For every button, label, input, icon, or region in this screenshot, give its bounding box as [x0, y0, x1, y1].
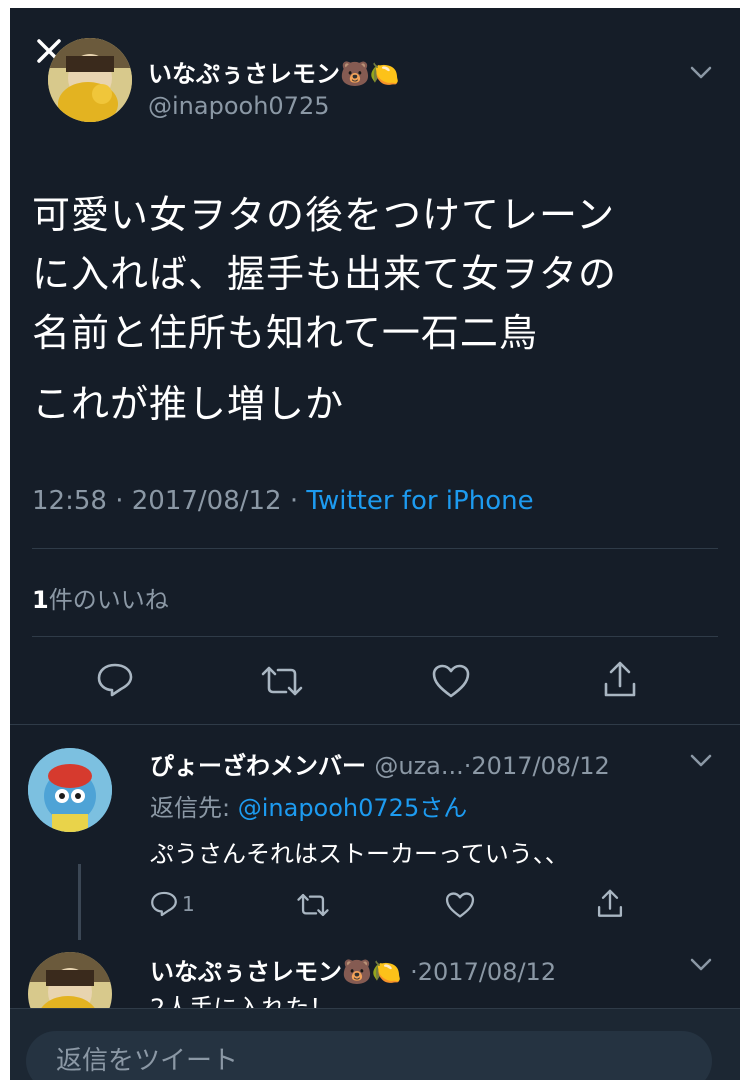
- reply-display-name[interactable]: いなぷぅさレモン🐻🍋: [150, 958, 402, 986]
- compose-bar: 返信をツイート: [10, 1008, 740, 1080]
- tweet-text-line: に入れば、握手も出来て女ヲタの: [32, 252, 618, 296]
- reply-handle[interactable]: @uza...: [374, 752, 463, 780]
- chevron-down-icon[interactable]: [690, 754, 712, 768]
- tweet-detail-screen: いなぷぅさレモン🐻🍋 @inapooh0725 可愛い女ヲタの後をつけてレーン …: [10, 8, 740, 1080]
- tweet-display-name[interactable]: いなぷぅさレモン🐻🍋: [148, 54, 400, 89]
- tweet-text-line: 可愛い女ヲタの後をつけてレーン: [32, 193, 616, 237]
- retweet-icon[interactable]: [296, 892, 330, 918]
- reply-header: いなぷぅさレモン🐻🍋 ·2017/08/12: [150, 958, 557, 986]
- reply-to-mention[interactable]: @inapooh0725さん: [238, 794, 467, 822]
- reply-icon[interactable]: [150, 890, 178, 918]
- tweet-source-link[interactable]: Twitter for iPhone: [306, 486, 533, 516]
- reply-count: 1: [182, 892, 195, 916]
- reply-icon[interactable]: [96, 662, 134, 698]
- tweet-text-line: 名前と住所も知れて一石二鳥: [32, 311, 538, 355]
- tweet-handle[interactable]: @inapooh0725: [148, 92, 329, 120]
- likes-label: 件のいいね: [48, 586, 169, 614]
- reply-display-name[interactable]: ぴょーざわメンバー: [150, 752, 366, 780]
- tweet-text: 可愛い女ヲタの後をつけてレーン に入れば、握手も出来て女ヲタの 名前と住所も知れ…: [32, 186, 722, 434]
- like-icon[interactable]: [444, 890, 476, 920]
- divider: [32, 636, 718, 637]
- tweet-text-line: これが推し増しか: [32, 382, 345, 426]
- avatar[interactable]: [28, 748, 112, 832]
- reply-compose-input[interactable]: 返信をツイート: [26, 1031, 712, 1080]
- tweet-time: 12:58: [32, 486, 107, 516]
- chevron-down-icon[interactable]: [690, 958, 712, 972]
- share-icon[interactable]: [602, 660, 638, 700]
- reply-date: 2017/08/12: [471, 752, 610, 780]
- reply-text: ぷうさんそれはストーカーっていう、、: [150, 840, 569, 868]
- reply-date: 2017/08/12: [417, 958, 557, 986]
- reply-header: ぴょーざわメンバー @uza...·2017/08/12: [150, 752, 610, 780]
- avatar[interactable]: [48, 38, 132, 122]
- tweet-date: 2017/08/12: [131, 486, 282, 516]
- reply-to-line: 返信先: @inapooh0725さん: [150, 788, 467, 823]
- divider: [32, 548, 718, 549]
- divider: [10, 724, 740, 725]
- reply-to-label: 返信先:: [150, 794, 231, 822]
- share-icon[interactable]: [596, 888, 624, 920]
- retweet-icon[interactable]: [260, 664, 304, 698]
- chevron-down-icon[interactable]: [690, 66, 712, 80]
- likes-summary[interactable]: 1件のいいね: [32, 580, 169, 615]
- tweet-meta: 12:58 · 2017/08/12 · Twitter for iPhone: [32, 486, 534, 516]
- likes-count: 1: [32, 586, 49, 614]
- like-icon[interactable]: [430, 662, 472, 700]
- thread-line: [78, 864, 81, 940]
